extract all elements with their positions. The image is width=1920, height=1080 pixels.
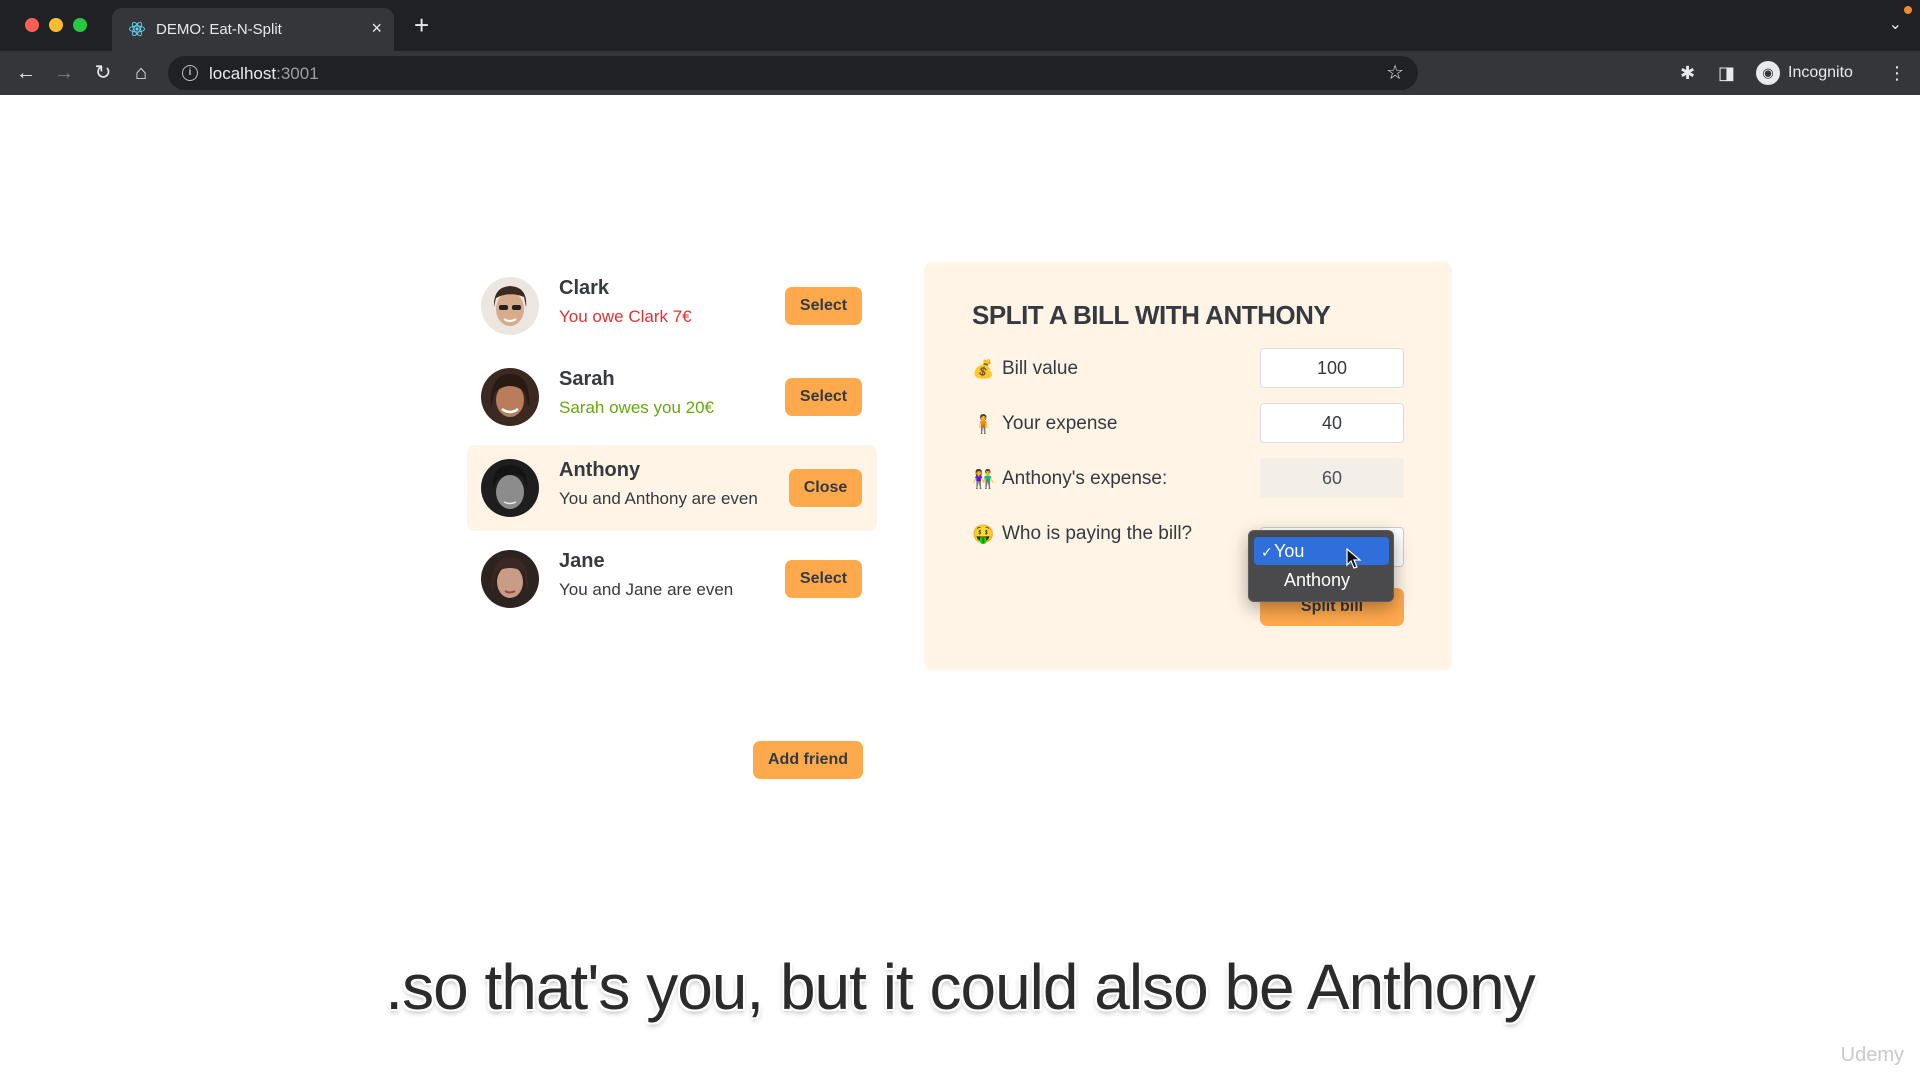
incognito-profile[interactable]: ◉ Incognito: [1756, 57, 1853, 89]
friend-item-anthony: Anthony You and Anthony are even Close: [467, 445, 877, 531]
minimize-window-button[interactable]: [49, 18, 63, 32]
star-icon[interactable]: ☆: [1386, 60, 1404, 85]
browser-toolbar: ← → ↻ ⌂ i localhost:3001 ☆ ✱ ◨ ◉ Incogni…: [0, 51, 1920, 95]
mouse-cursor-icon: [1346, 548, 1362, 569]
extensions-icon[interactable]: ✱: [1680, 59, 1695, 87]
checkmark-icon: ✓: [1261, 544, 1273, 560]
friend-name: Clark: [559, 277, 610, 299]
payer-option-anthony[interactable]: Anthony: [1254, 566, 1389, 594]
react-icon: [129, 21, 145, 37]
tab-title: DEMO: Eat-N-Split: [156, 21, 282, 38]
bill-value-input[interactable]: 100: [1260, 348, 1404, 388]
page-content: Clark You owe Clark 7€ Select Sarah Sara…: [0, 95, 1920, 1080]
browser-tab[interactable]: DEMO: Eat-N-Split ×: [112, 8, 394, 51]
profile-label: Incognito: [1788, 64, 1853, 81]
payer-option-you[interactable]: ✓You: [1254, 537, 1389, 565]
address-bar[interactable]: i localhost:3001 ☆: [168, 56, 1418, 90]
avatar: [481, 277, 539, 335]
money-bag-icon: 💰: [972, 358, 995, 379]
select-friend-button[interactable]: Select: [785, 287, 862, 325]
friend-expense-label: 👫 Anthony's expense:: [972, 468, 1168, 489]
friend-item-clark: Clark You owe Clark 7€ Select: [467, 263, 877, 349]
payer-label: 🤑 Who is paying the bill?: [972, 523, 1193, 544]
back-icon[interactable]: ←: [12, 59, 40, 87]
close-friend-button[interactable]: Close: [789, 469, 862, 507]
notification-dot: [1904, 6, 1912, 14]
browser-tab-bar: DEMO: Eat-N-Split × + ⌄: [0, 0, 1920, 51]
maximize-window-button[interactable]: [73, 18, 87, 32]
select-friend-button[interactable]: Select: [785, 560, 862, 598]
friend-name: Anthony: [559, 459, 641, 481]
friend-balance: Sarah owes you 20€: [559, 398, 714, 417]
sidepanel-icon[interactable]: ◨: [1718, 59, 1735, 87]
tab-close-icon[interactable]: ×: [371, 17, 382, 39]
tab-search-icon[interactable]: ⌄: [1889, 14, 1902, 34]
video-caption: .so that's you, but it could also be Ant…: [385, 951, 1535, 1023]
friend-name: Sarah: [559, 368, 615, 390]
friend-balance: You and Jane are even: [559, 580, 734, 599]
forward-icon[interactable]: →: [50, 59, 78, 87]
url-text[interactable]: localhost:3001: [209, 64, 319, 84]
friend-balance: You and Anthony are even: [559, 489, 758, 508]
friend-name: Jane: [559, 550, 605, 572]
friend-expense-field: 60: [1260, 458, 1404, 498]
home-icon[interactable]: ⌂: [127, 59, 155, 87]
add-friend-button[interactable]: Add friend: [753, 741, 863, 779]
reload-icon[interactable]: ↻: [89, 59, 117, 87]
payer-dropdown-menu: ✓You Anthony: [1248, 530, 1394, 602]
person-icon: 🧍: [972, 413, 995, 434]
menu-icon[interactable]: ⋮: [1888, 59, 1906, 87]
avatar: [481, 459, 539, 517]
friend-item-jane: Jane You and Jane are even Select: [467, 536, 877, 622]
incognito-icon: ◉: [1756, 61, 1780, 85]
close-window-button[interactable]: [25, 18, 39, 32]
split-bill-form: SPLIT A BILL WITH ANTHONY 💰 Bill value 1…: [924, 262, 1452, 670]
info-icon[interactable]: i: [182, 65, 198, 81]
money-face-icon: 🤑: [972, 523, 995, 544]
your-expense-input[interactable]: 40: [1260, 403, 1404, 443]
friend-item-sarah: Sarah Sarah owes you 20€ Select: [467, 354, 877, 440]
udemy-watermark: Udemy: [1840, 1044, 1904, 1066]
select-friend-button[interactable]: Select: [785, 378, 862, 416]
avatar: [481, 368, 539, 426]
new-tab-button[interactable]: +: [414, 12, 429, 38]
couple-icon: 👫: [972, 468, 995, 489]
avatar: [481, 550, 539, 608]
friend-balance: You owe Clark 7€: [559, 307, 692, 326]
your-expense-label: 🧍 Your expense: [972, 413, 1118, 434]
form-title: SPLIT A BILL WITH ANTHONY: [972, 300, 1331, 330]
bill-value-label: 💰 Bill value: [972, 358, 1079, 379]
